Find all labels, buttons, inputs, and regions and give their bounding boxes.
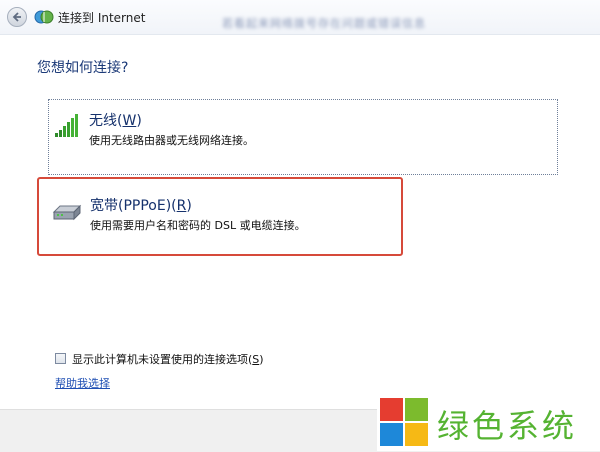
blurred-caption: 若看起来网络拨号存在问题或错误信息 bbox=[222, 17, 426, 30]
broadband-option-title: 宽带(PPPoE)(R) bbox=[90, 198, 192, 214]
watermark: 绿色系统 bbox=[377, 393, 600, 451]
title-bar: 连接到 Internet 若看起来网络拨号存在问题或错误信息 bbox=[0, 0, 600, 35]
windows-logo-icon bbox=[380, 398, 428, 446]
broadband-option-description: 使用需要用户名和密码的 DSL 或电缆连接。 bbox=[90, 219, 306, 232]
help-me-choose-link[interactable]: 帮助我选择 bbox=[55, 375, 110, 391]
back-arrow-icon bbox=[12, 12, 21, 22]
back-button[interactable] bbox=[7, 7, 27, 27]
wireless-option[interactable]: 无线(W) 使用无线路由器或无线网络连接。 bbox=[48, 99, 558, 175]
show-unconfigured-options-label[interactable]: 显示此计算机未设置使用的连接选项(S) bbox=[72, 351, 264, 367]
modem-icon bbox=[52, 204, 82, 221]
window-title: 连接到 Internet bbox=[58, 11, 146, 25]
wireless-option-description: 使用无线路由器或无线网络连接。 bbox=[89, 134, 254, 147]
watermark-text: 绿色系统 bbox=[437, 407, 578, 445]
signal-bars-icon bbox=[55, 114, 78, 137]
network-globe-icon bbox=[34, 10, 54, 24]
page-question: 您想如何连接? bbox=[37, 60, 129, 76]
wireless-option-title: 无线(W) bbox=[89, 113, 142, 129]
broadband-option[interactable]: 宽带(PPPoE)(R) 使用需要用户名和密码的 DSL 或电缆连接。 bbox=[37, 177, 403, 256]
show-unconfigured-options-checkbox[interactable] bbox=[55, 353, 66, 364]
